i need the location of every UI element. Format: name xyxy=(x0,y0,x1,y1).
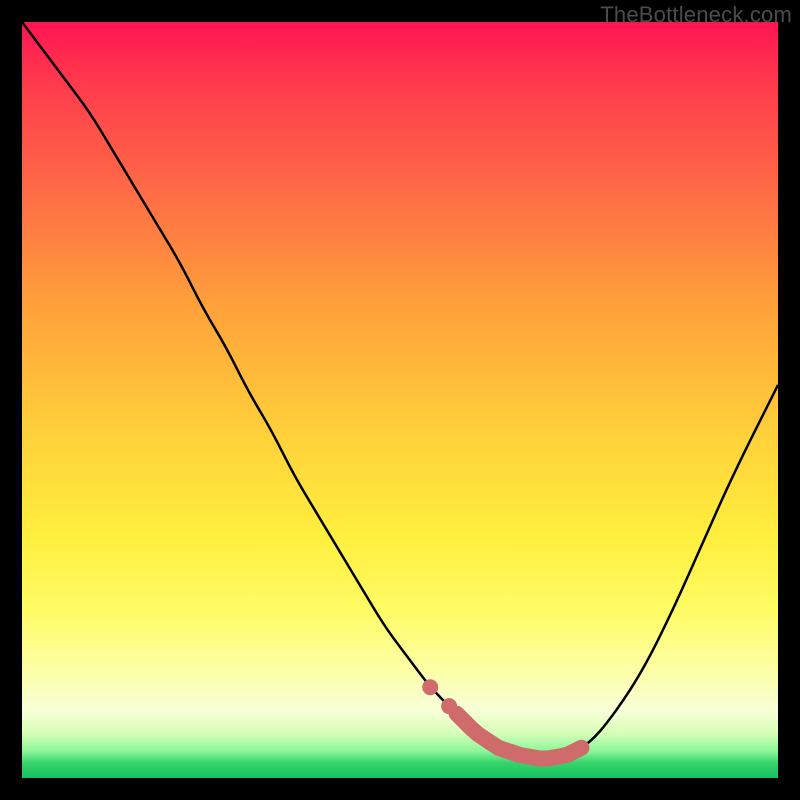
highlight-dot-2 xyxy=(441,698,457,714)
chart-frame: TheBottleneck.com xyxy=(0,0,800,800)
highlight-dot-1 xyxy=(422,679,438,695)
bottleneck-curve xyxy=(22,22,778,758)
highlight-segment xyxy=(457,714,582,759)
chart-svg xyxy=(22,22,778,778)
plot-area xyxy=(22,22,778,778)
